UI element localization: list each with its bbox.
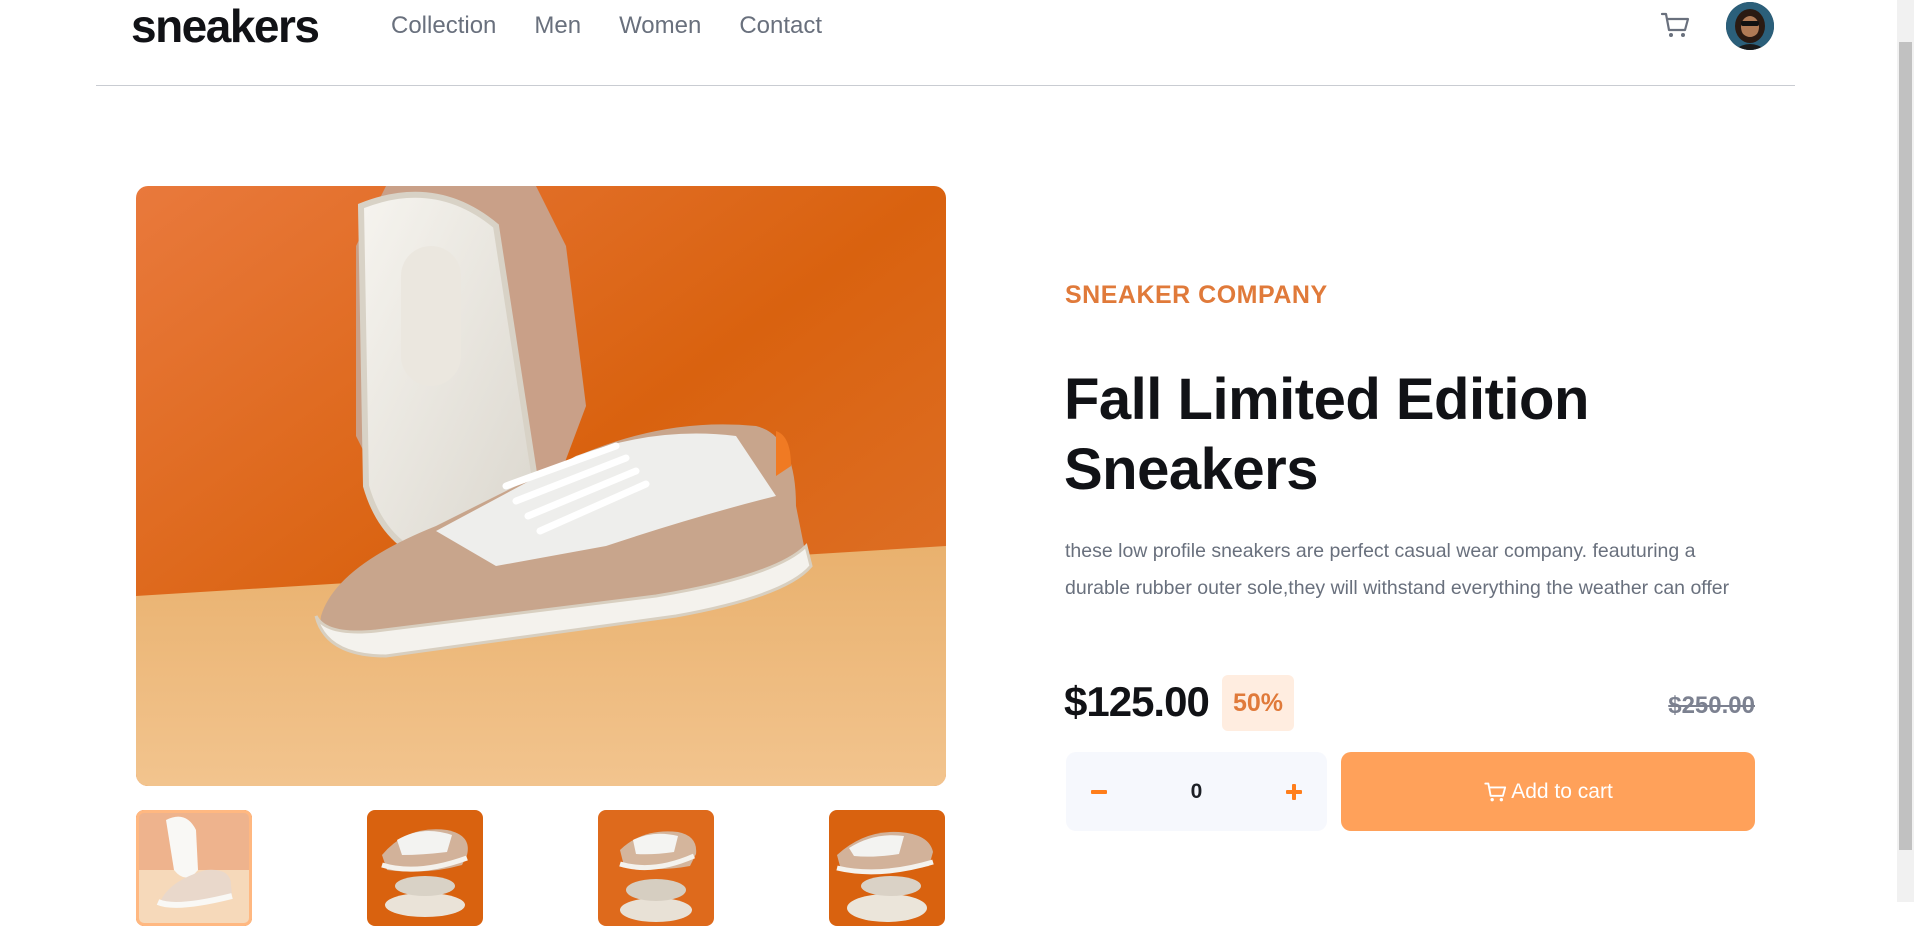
minus-icon[interactable] — [1066, 752, 1132, 831]
nav-link-collection[interactable]: Collection — [391, 10, 496, 42]
product-title: Fall Limited Edition Sneakers — [1064, 367, 1589, 502]
thumbnail-strip — [136, 810, 946, 926]
user-avatar[interactable] — [1726, 2, 1774, 50]
site-logo[interactable]: sneakers — [131, 0, 320, 52]
thumbnail-2[interactable] — [367, 810, 483, 926]
scrollbar-thumb[interactable] — [1899, 42, 1912, 850]
thumbnail-4[interactable] — [829, 810, 945, 926]
company-name: SNEAKER COMPANY — [1065, 281, 1328, 309]
quantity-stepper: 0 — [1066, 752, 1327, 831]
nav-link-contact[interactable]: Contact — [739, 10, 822, 42]
thumbnail-3[interactable] — [598, 810, 714, 926]
cart-icon[interactable] — [1659, 8, 1693, 42]
current-price: $125.00 — [1064, 678, 1210, 725]
page-scrollbar[interactable] — [1897, 0, 1914, 902]
site-header: sneakers Collection Men Women Contact — [96, 0, 1795, 86]
plus-icon[interactable] — [1261, 752, 1327, 831]
discount-badge: 50% — [1222, 675, 1294, 731]
original-price: $250.00 — [1668, 692, 1755, 719]
product-description: these low profile sneakers are perfect c… — [1065, 540, 1730, 599]
quantity-value[interactable]: 0 — [1132, 752, 1261, 831]
product-main-image[interactable] — [136, 186, 946, 786]
thumbnail-1[interactable] — [136, 810, 252, 926]
main-nav: Collection Men Women Contact — [391, 10, 822, 42]
add-to-cart-button[interactable]: Add to cart — [1341, 752, 1755, 831]
nav-link-women[interactable]: Women — [619, 10, 701, 42]
cart-icon — [1483, 779, 1509, 805]
nav-link-men[interactable]: Men — [534, 10, 581, 42]
add-to-cart-label: Add to cart — [1511, 779, 1613, 803]
